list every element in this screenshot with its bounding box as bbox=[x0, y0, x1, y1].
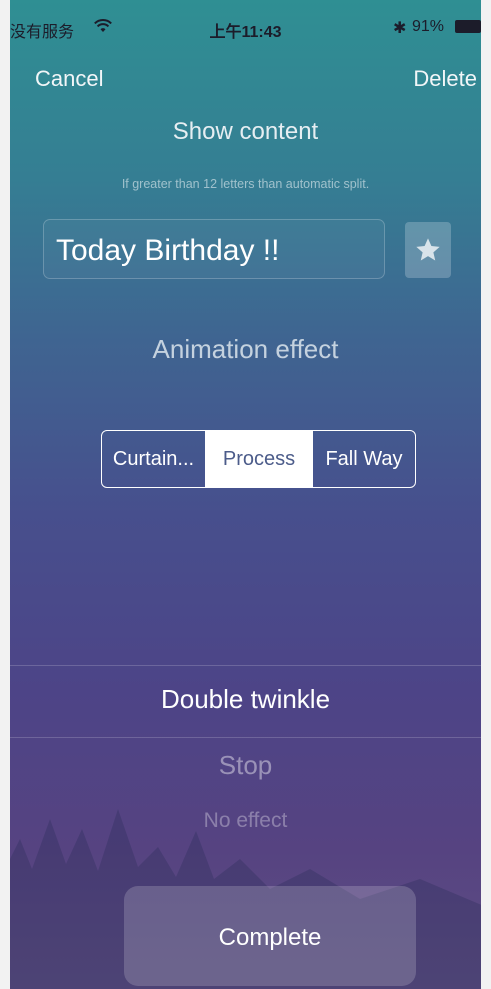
split-hint: If greater than 12 letters than automati… bbox=[121, 177, 370, 191]
show-content-title: Show content bbox=[172, 118, 319, 145]
segment-curtain[interactable]: Curtain... bbox=[102, 431, 206, 487]
star-button[interactable] bbox=[405, 222, 451, 278]
segment-process[interactable]: Process bbox=[206, 431, 312, 487]
picker-option-selected[interactable]: Double twinkle bbox=[0, 684, 491, 715]
picker-option[interactable]: No effect bbox=[0, 809, 491, 833]
battery-icon bbox=[455, 20, 481, 33]
animation-effect-title: Animation effect bbox=[152, 334, 339, 364]
complete-button-label: Complete bbox=[218, 924, 322, 951]
picker-selection-line-top bbox=[10, 665, 491, 666]
bluetooth-icon: ✱ bbox=[393, 20, 407, 37]
app-screen: 没有服务 上午11:43 ✱ 91% Cancel Delete Show co… bbox=[0, 0, 491, 989]
picker-option[interactable]: Stop bbox=[0, 750, 491, 781]
status-bar: 没有服务 上午11:43 ✱ 91% bbox=[0, 0, 491, 41]
screen-border-left bbox=[0, 0, 10, 989]
cancel-button[interactable]: Cancel bbox=[35, 66, 103, 92]
content-text-value: Today Birthday !! bbox=[56, 234, 280, 267]
content-text-field[interactable]: Today Birthday !! bbox=[43, 219, 385, 279]
battery-percent: 91% bbox=[412, 18, 445, 35]
segment-fall-way[interactable]: Fall Way bbox=[312, 431, 415, 487]
screen-border-right bbox=[481, 0, 491, 989]
delete-button[interactable]: Delete bbox=[413, 66, 477, 92]
complete-button[interactable]: Complete bbox=[124, 886, 416, 986]
picker-selection-line-bottom bbox=[10, 737, 491, 738]
animation-segmented-control: Curtain... Process Fall Way bbox=[101, 430, 416, 488]
star-icon bbox=[416, 238, 440, 261]
